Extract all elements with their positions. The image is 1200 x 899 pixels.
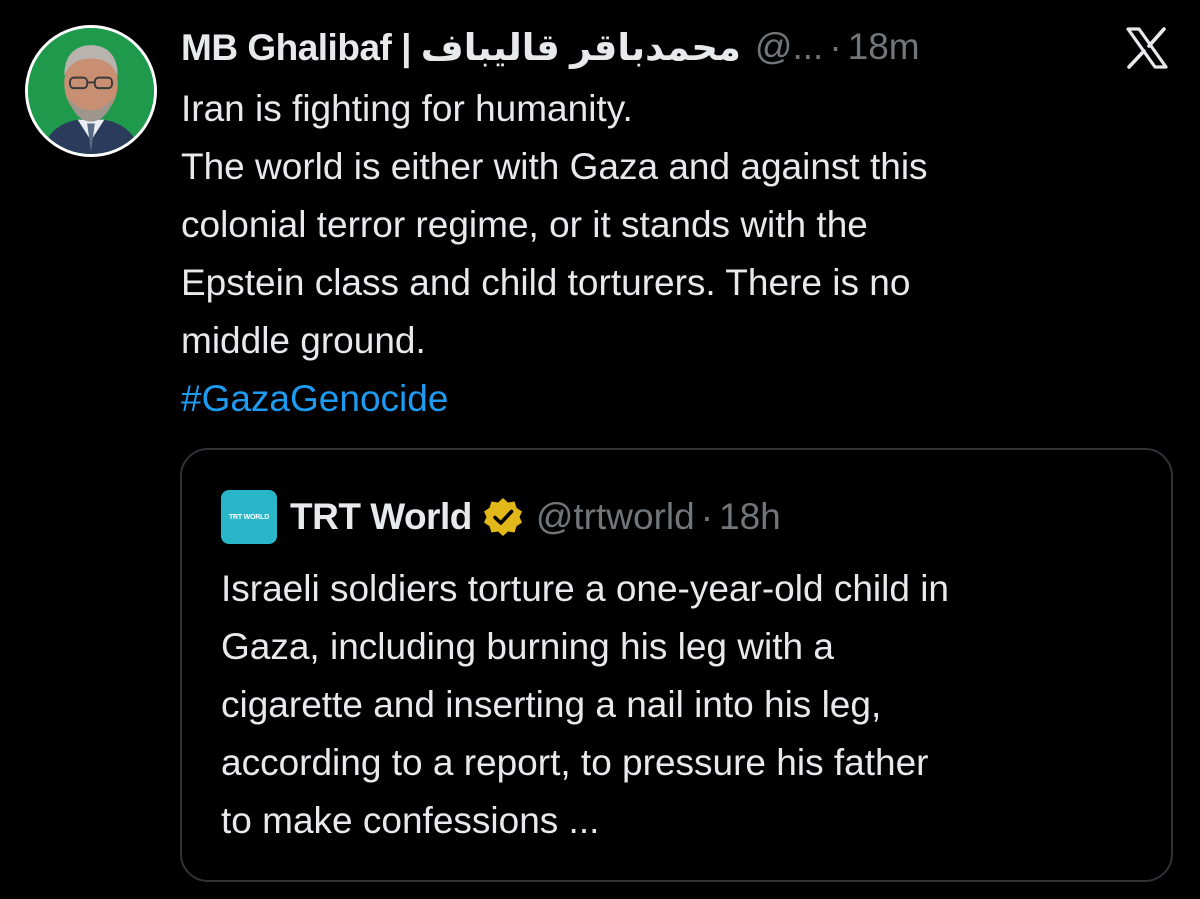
verified-badge-icon — [483, 498, 522, 536]
quoted-author-handle[interactable]: @trtworld — [536, 496, 695, 538]
trt-world-logo: TRT WORLD — [228, 513, 270, 521]
quoted-tweet-header: TRT World @trtworld · 18h — [290, 490, 781, 544]
quoted-tweet-body: Israeli soldiers torture a one-year-old … — [221, 560, 1161, 850]
tweet-text-line: middle ground. — [181, 320, 426, 361]
quoted-author-name[interactable]: TRT World — [290, 496, 472, 538]
hashtag-link[interactable]: #GazaGenocide — [181, 370, 1141, 428]
tweet-text-line: Epstein class and child torturers. There… — [181, 262, 911, 303]
quoted-text-line: Israeli soldiers torture a one-year-old … — [221, 568, 950, 609]
quoted-tweet-card[interactable]: TRT WORLD TRT World @trtworld · 18h Isra… — [180, 448, 1173, 882]
tweet-text-line: Iran is fighting for humanity. — [181, 88, 633, 129]
quoted-tweet-timestamp[interactable]: 18h — [719, 496, 781, 538]
x-logo-icon[interactable] — [1125, 27, 1169, 69]
author-name[interactable]: MB Ghalibaf | محمدباقر قالیباف — [181, 26, 741, 69]
quoted-text-line: according to a report, to pressure his f… — [221, 742, 929, 783]
person-portrait-icon — [28, 28, 154, 154]
quoted-author-avatar[interactable]: TRT WORLD — [221, 490, 277, 544]
tweet-text-line: colonial terror regime, or it stands wit… — [181, 204, 868, 245]
quoted-text-line: cigarette and inserting a nail into his … — [221, 684, 882, 725]
quoted-text-line: to make confessions ... — [221, 800, 600, 841]
author-avatar[interactable] — [25, 25, 157, 157]
tweet-text-line: The world is either with Gaza and agains… — [181, 146, 928, 187]
separator-dot: · — [700, 496, 714, 537]
author-handle[interactable]: @... — [755, 26, 823, 68]
tweet-body: Iran is fighting for humanity. The world… — [181, 80, 1141, 428]
tweet-header: MB Ghalibaf | محمدباقر قالیباف @... · 18… — [181, 22, 920, 72]
separator-dot: · — [829, 26, 842, 67]
quoted-text-line: Gaza, including burning his leg with a — [221, 626, 834, 667]
tweet-timestamp[interactable]: 18m — [848, 26, 920, 68]
